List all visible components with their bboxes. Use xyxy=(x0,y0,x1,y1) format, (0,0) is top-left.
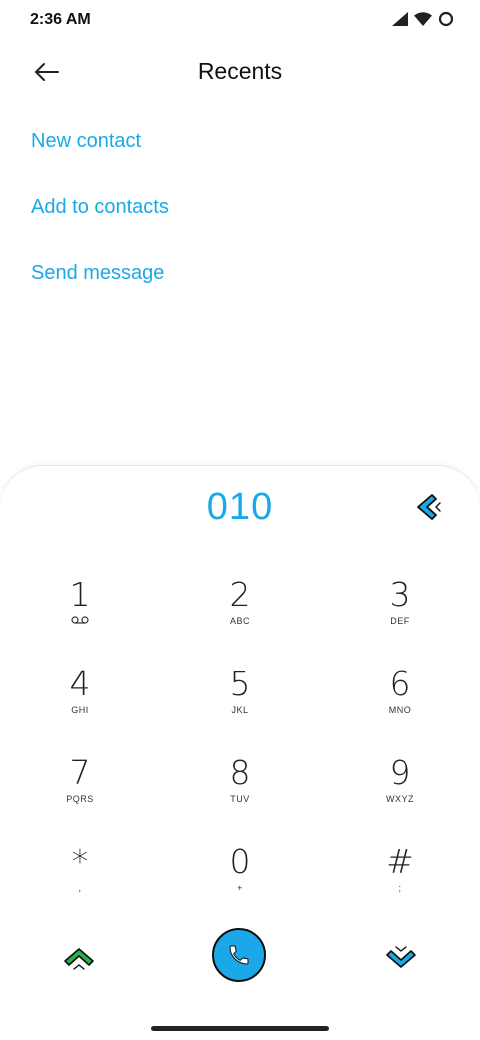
key-7[interactable]: 7 PQRS xyxy=(20,754,140,834)
key-digit: # xyxy=(386,842,414,881)
key-letters: ; xyxy=(398,883,402,893)
cellular-signal-icon xyxy=(392,12,408,26)
key-0[interactable]: 0 + xyxy=(180,843,300,923)
chevron-up-icon xyxy=(64,948,94,970)
key-6[interactable]: 6 MNO xyxy=(340,665,460,745)
chevron-down-icon xyxy=(386,946,416,968)
key-letters: GHI xyxy=(71,705,89,715)
key-hash[interactable]: # ; xyxy=(340,843,460,923)
call-action-row xyxy=(0,928,480,988)
key-letters: TUV xyxy=(230,794,250,804)
collapse-button[interactable] xyxy=(384,944,418,972)
key-digit: 3 xyxy=(389,575,411,614)
key-1[interactable]: 1 xyxy=(20,576,140,656)
key-digit: 5 xyxy=(229,664,251,703)
key-digit: 9 xyxy=(389,753,411,792)
battery-ring-icon xyxy=(438,11,454,27)
phone-screen: 2:36 AM Recents New contact Add to conta… xyxy=(0,0,480,1040)
send-message-link[interactable]: Send message xyxy=(31,244,169,310)
status-time: 2:36 AM xyxy=(30,11,91,28)
call-button[interactable] xyxy=(212,928,266,982)
key-digit: 4 xyxy=(69,664,91,703)
key-digit: 1 xyxy=(69,575,91,614)
key-letters: WXYZ xyxy=(386,794,414,804)
key-digit: 7 xyxy=(69,753,91,792)
wifi-icon xyxy=(414,12,432,26)
expand-button[interactable] xyxy=(62,944,96,972)
key-digit: 2 xyxy=(229,575,251,614)
dialed-number: 010 xyxy=(206,486,274,528)
key-letters: MNO xyxy=(388,705,412,715)
key-letters: , xyxy=(78,883,82,893)
status-bar: 2:36 AM xyxy=(0,0,480,44)
key-digit: * xyxy=(71,842,89,881)
key-star[interactable]: * , xyxy=(20,843,140,923)
key-letters: ABC xyxy=(229,616,250,626)
key-9[interactable]: 9 WXYZ xyxy=(340,754,460,834)
key-digit: 6 xyxy=(389,664,411,703)
page-title: Recents xyxy=(197,58,283,84)
key-5[interactable]: 5 JKL xyxy=(180,665,300,745)
app-header: Recents xyxy=(0,44,480,100)
key-letters: DEF xyxy=(390,616,410,626)
key-digit: 0 xyxy=(229,842,251,881)
key-digit: 8 xyxy=(229,753,251,792)
key-2[interactable]: 2 ABC xyxy=(180,576,300,656)
backspace-icon xyxy=(417,494,441,520)
dialer-panel: 010 1 2 ABC 3 DEF 4 GHI 5 JKL 6 MNO 7 PQ… xyxy=(0,466,480,1040)
key-letters: JKL xyxy=(231,705,249,715)
phone-icon xyxy=(229,945,249,965)
new-contact-link[interactable]: New contact xyxy=(31,112,169,178)
add-to-contacts-link[interactable]: Add to contacts xyxy=(31,178,169,244)
home-indicator[interactable] xyxy=(151,1026,329,1031)
voicemail-icon xyxy=(71,616,89,624)
key-8[interactable]: 8 TUV xyxy=(180,754,300,834)
key-3[interactable]: 3 DEF xyxy=(340,576,460,656)
key-letters: PQRS xyxy=(66,794,94,804)
backspace-button[interactable] xyxy=(414,492,444,522)
status-icons xyxy=(392,11,454,27)
key-letters: + xyxy=(237,883,243,893)
key-4[interactable]: 4 GHI xyxy=(20,665,140,745)
contact-actions: New contact Add to contacts Send message xyxy=(31,112,169,310)
